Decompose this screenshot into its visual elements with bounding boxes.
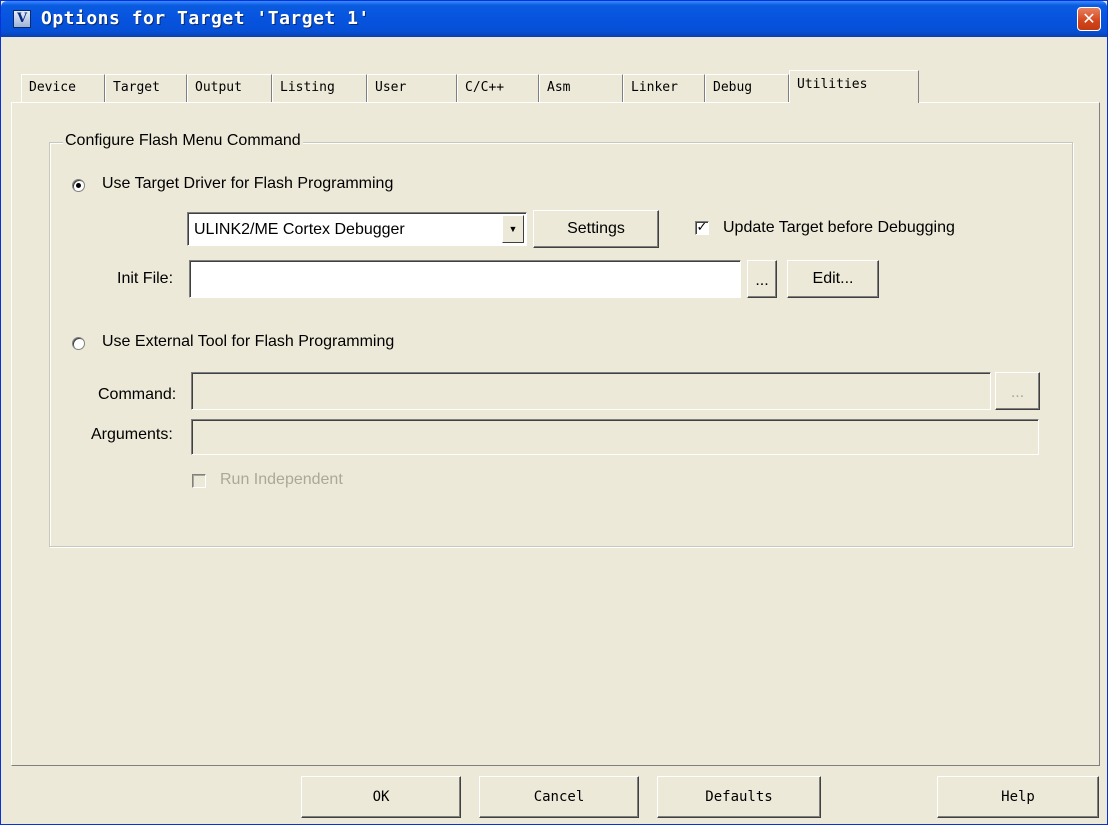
tab-target[interactable]: Target <box>105 74 187 102</box>
target-driver-radio[interactable] <box>72 179 85 192</box>
defaults-button[interactable]: Defaults <box>657 776 821 818</box>
update-target-label[interactable]: Update Target before Debugging <box>723 219 955 237</box>
driver-select-value: ULINK2/ME Cortex Debugger <box>194 221 405 238</box>
close-icon[interactable]: ✕ <box>1077 7 1101 31</box>
title-bar[interactable]: V Options for Target 'Target 1' ✕ <box>1 1 1107 37</box>
tab-listing[interactable]: Listing <box>272 74 367 102</box>
init-file-input[interactable] <box>189 260 741 298</box>
command-label: Command: <box>98 386 177 403</box>
run-independent-checkbox[interactable] <box>192 474 206 488</box>
tab-asm[interactable]: Asm <box>539 74 623 102</box>
tab-utilities[interactable]: Utilities <box>789 70 919 103</box>
cancel-button[interactable]: Cancel <box>479 776 639 818</box>
settings-button[interactable]: Settings <box>533 210 659 248</box>
tab-debug[interactable]: Debug <box>705 74 789 102</box>
ok-button-label: OK <box>372 789 390 805</box>
init-file-label: Init File: <box>117 270 174 287</box>
external-tool-radio[interactable] <box>72 337 85 350</box>
cancel-button-label: Cancel <box>533 789 585 805</box>
settings-button-label: Settings <box>567 220 625 237</box>
target-driver-label[interactable]: Use Target Driver for Flash Programming <box>102 175 393 193</box>
tab-output[interactable]: Output <box>187 74 272 102</box>
ok-button[interactable]: OK <box>301 776 461 818</box>
tab-linker[interactable]: Linker <box>623 74 705 102</box>
help-button-label: Help <box>1001 789 1035 805</box>
edit-button[interactable]: Edit... <box>787 260 879 298</box>
browse-label: ... <box>755 272 769 289</box>
command-input[interactable] <box>191 372 991 410</box>
app-icon: V <box>13 10 31 28</box>
radio-selected-dot <box>76 183 81 188</box>
options-dialog: V Options for Target 'Target 1' ✕ Device… <box>0 0 1108 825</box>
tab-device[interactable]: Device <box>21 74 105 102</box>
group-title: Configure Flash Menu Command <box>63 132 303 150</box>
init-file-browse-button[interactable]: ... <box>747 260 777 298</box>
driver-select[interactable]: ULINK2/ME Cortex Debugger ▼ <box>187 212 527 246</box>
update-target-checkbox[interactable]: ✓ <box>695 221 709 235</box>
run-independent-label: Run Independent <box>220 471 343 488</box>
tab-cpp[interactable]: C/C++ <box>457 74 539 102</box>
browse-label: ... <box>1010 384 1025 401</box>
external-tool-label[interactable]: Use External Tool for Flash Programming <box>102 333 394 351</box>
arguments-input[interactable] <box>191 419 1039 455</box>
chevron-down-icon[interactable]: ▼ <box>502 215 524 243</box>
command-browse-button[interactable]: ... <box>995 372 1040 410</box>
edit-button-label: Edit... <box>812 270 854 287</box>
help-button[interactable]: Help <box>937 776 1099 818</box>
arguments-label: Arguments: <box>91 426 173 443</box>
dialog-title: Options for Target 'Target 1' <box>41 8 370 29</box>
tab-user[interactable]: User <box>367 74 457 102</box>
defaults-button-label: Defaults <box>705 789 773 805</box>
